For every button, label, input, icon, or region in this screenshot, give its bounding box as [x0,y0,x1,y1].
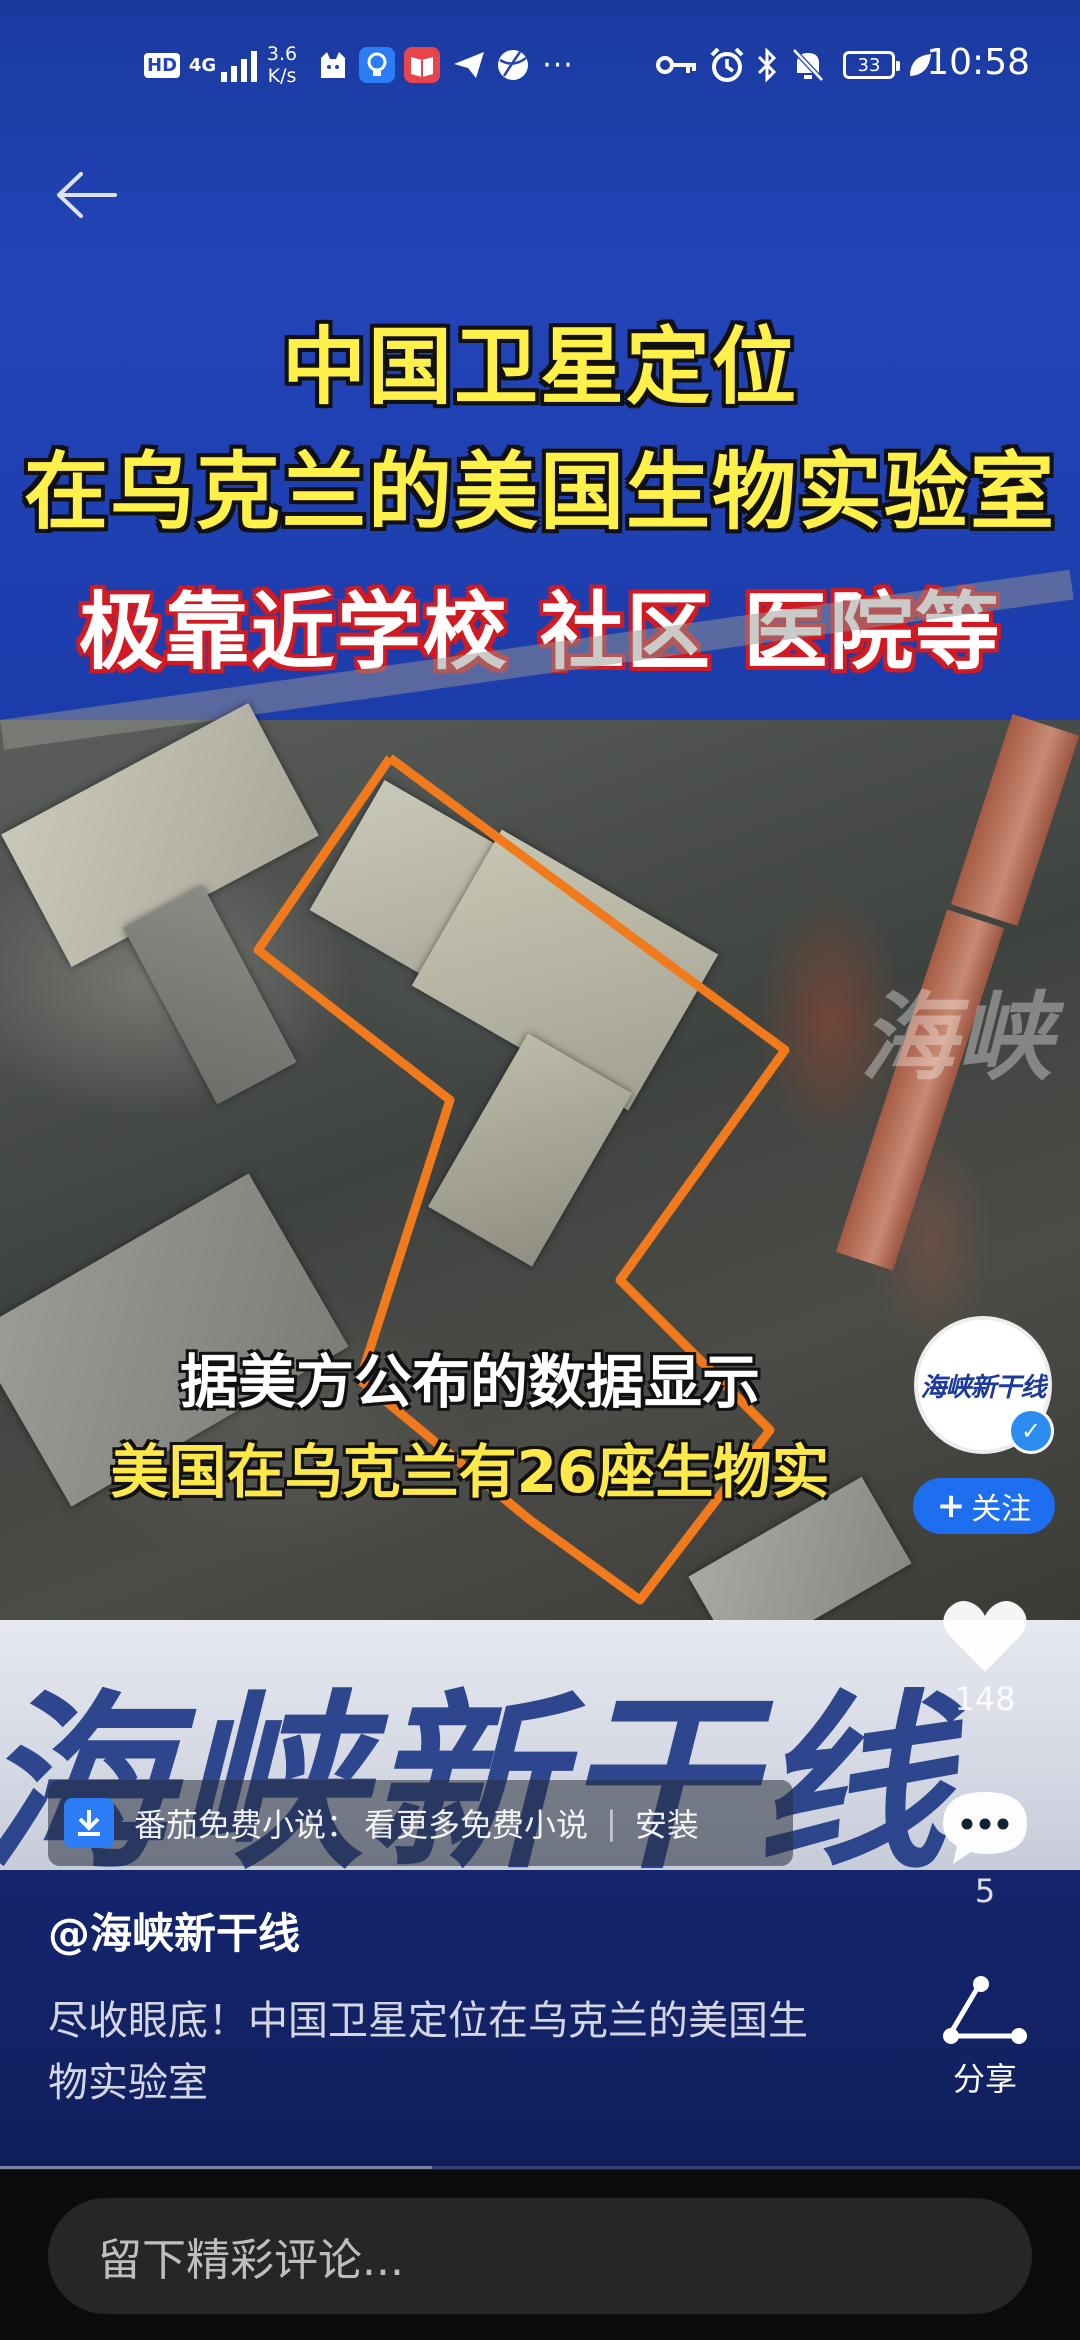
post-description[interactable]: 尽收眼底！中国卫星定位在乌克兰的美国生物实验室 [48,1990,838,2114]
bluetooth-icon [752,40,782,90]
comment-count: 5 [974,1872,996,1910]
ad-install-button[interactable]: 安装 [635,1800,699,1846]
hd-icon: HD [144,40,181,90]
ad-app-name: 番茄免费小说 [134,1806,327,1844]
video-title-line-2: 在乌克兰的美国生物实验室 [23,443,1056,541]
bulb-app-icon [357,40,397,90]
book-app-icon [402,40,442,90]
avatar-logo: 海峡新干线 [920,1372,1046,1403]
video-caption-line-2: 美国在乌克兰有26座生物实 [110,1438,830,1506]
alarm-icon [707,40,747,90]
cat-app-icon [315,40,351,90]
author-name[interactable]: @海峡新干线 [48,1900,300,1961]
comment-input[interactable]: 留下精彩评论... [48,2198,1032,2314]
battery-level: 33 [857,54,881,76]
video-progress-bar[interactable] [0,2166,1080,2169]
ad-colon: ： [326,1806,359,1844]
battery-icon: 33 [838,40,900,90]
more-notifications-icon: ··· [542,47,574,83]
share-button[interactable]: 分享 [915,1976,1055,2100]
follow-label: 关注 [971,1492,1032,1527]
comment-bubble-icon [943,1792,1027,1864]
ad-divider: | [606,1804,617,1842]
mute-icon [788,40,828,90]
plus-icon: + [936,1486,966,1526]
ball-app-icon [494,40,532,90]
ad-text: 看更多免费小说 [364,1806,589,1844]
verified-badge-icon: ✓ [1008,1408,1054,1454]
like-button[interactable]: 148 [915,1596,1055,1718]
back-button[interactable] [50,160,120,230]
back-arrow-icon [57,172,117,218]
video-progress-fill [0,2166,432,2169]
key-icon [655,40,699,90]
video-screen: 中国卫星定位 在乌克兰的美国生物实验室 极靠近学校 社区 医院等 海峡 据美方公… [0,0,1080,2340]
share-icon [943,1976,1027,2044]
send-app-icon [450,40,488,90]
download-icon [64,1798,114,1848]
video-caption-line-1: 据美方公布的数据显示 [179,1348,760,1416]
like-count: 148 [954,1680,1016,1718]
heart-icon [943,1600,1027,1672]
share-label: 分享 [952,2060,1017,2098]
status-bar: HD 4G 3.6 K/s ··· 33 10:58 [0,0,1080,130]
clock-time: 10:58 [926,42,1030,83]
comment-button[interactable]: 5 [915,1788,1055,1910]
follow-button[interactable]: + 关注 [913,1478,1055,1534]
video-title-line-1: 中国卫星定位 [281,318,798,416]
network-speed: 3.6 K/s [266,43,298,87]
network-type: 4G [188,54,217,76]
ad-banner[interactable]: 番茄免费小说 ： 看更多免费小说 | 安装 [48,1780,793,1866]
signal-icon: 4G [186,40,266,90]
comment-bar: 留下精彩评论... [0,2170,1080,2340]
